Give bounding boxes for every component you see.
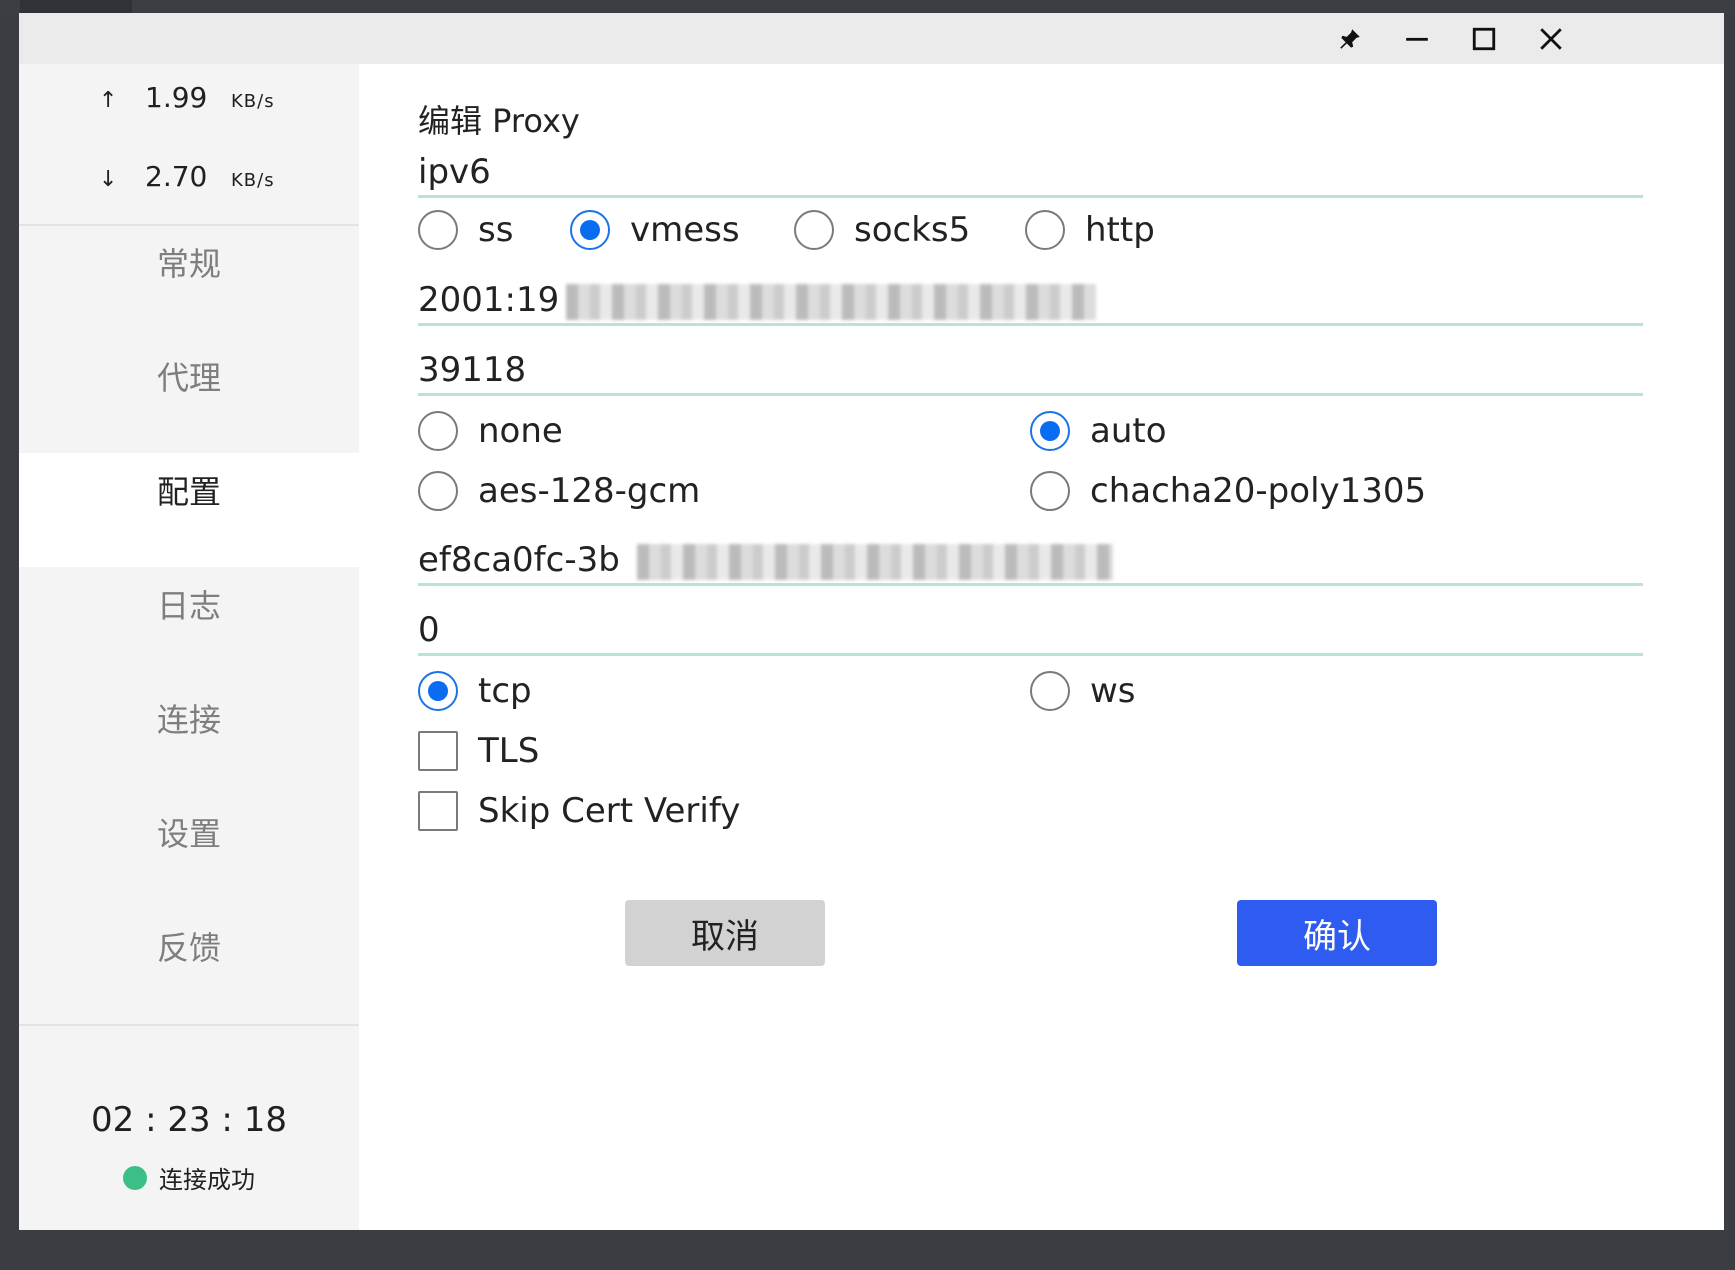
sidebar-item-general[interactable]: 常规 — [19, 232, 359, 292]
type-ss-label: ss — [478, 210, 514, 250]
proxy-edit-form: 编辑 Proxy ss vmess socks5 http none auto — [359, 64, 1724, 1230]
port-field[interactable] — [418, 346, 1643, 396]
alter-id-field[interactable] — [418, 606, 1643, 656]
upload-speed: ↑ 1.99 KB/s — [99, 81, 275, 121]
checkbox-icon — [418, 731, 458, 771]
radio-icon — [418, 411, 458, 451]
uptime-timer: 02 : 23 : 18 — [91, 1100, 287, 1140]
radio-icon — [418, 471, 458, 511]
connection-status: 连接成功 — [123, 1160, 255, 1195]
close-icon — [1540, 28, 1562, 50]
type-socks5-label: socks5 — [854, 210, 971, 250]
network-tcp-label: tcp — [478, 671, 532, 711]
minimize-button[interactable] — [1395, 17, 1439, 61]
upload-speed-unit: KB/s — [231, 91, 275, 112]
pin-icon — [1340, 29, 1360, 49]
radio-icon — [1030, 671, 1070, 711]
type-radio-vmess[interactable]: vmess — [570, 210, 740, 250]
tls-checkbox[interactable]: TLS — [418, 731, 539, 771]
radio-checked-icon — [1030, 411, 1070, 451]
sidebar-item-feedback[interactable]: 反馈 — [19, 916, 359, 976]
sidebar-divider — [19, 224, 359, 226]
radio-icon — [794, 210, 834, 250]
upload-speed-value: 1.99 — [145, 81, 208, 114]
status-dot-icon — [123, 1165, 147, 1190]
sidebar-divider-bottom — [19, 1024, 359, 1026]
minimize-icon — [1406, 37, 1428, 41]
pin-button[interactable] — [1328, 17, 1372, 61]
download-speed-unit: KB/s — [231, 170, 275, 191]
cipher-aes-label: aes-128-gcm — [478, 471, 701, 511]
type-radio-ss[interactable]: ss — [418, 210, 513, 250]
checkbox-icon — [418, 791, 458, 831]
sidebar-item-connections[interactable]: 连接 — [19, 688, 359, 748]
proxy-name-field[interactable] — [418, 148, 1643, 198]
cipher-radio-auto[interactable]: auto — [1030, 411, 1167, 451]
sidebar-item-config[interactable]: 配置 — [19, 460, 359, 520]
sidebar-item-logs[interactable]: 日志 — [19, 574, 359, 634]
upload-arrow-icon: ↑ — [99, 88, 118, 113]
download-speed-value: 2.70 — [145, 160, 208, 193]
type-radio-socks5[interactable]: socks5 — [794, 210, 970, 250]
radio-checked-icon — [418, 671, 458, 711]
sidebar-item-proxy[interactable]: 代理 — [19, 346, 359, 406]
maximize-button[interactable] — [1462, 17, 1506, 61]
type-radio-http[interactable]: http — [1025, 210, 1155, 250]
sidebar-item-settings[interactable]: 设置 — [19, 802, 359, 862]
cipher-auto-label: auto — [1090, 411, 1167, 451]
tls-label: TLS — [478, 731, 540, 771]
cipher-radio-none[interactable]: none — [418, 411, 563, 451]
cipher-radio-aes-128-gcm[interactable]: aes-128-gcm — [418, 471, 700, 511]
cipher-none-label: none — [478, 411, 563, 451]
desktop-top-strip — [0, 0, 1735, 13]
type-http-label: http — [1085, 210, 1155, 250]
form-title: 编辑 Proxy — [418, 102, 580, 140]
cipher-chacha-label: chacha20-poly1305 — [1090, 471, 1427, 511]
download-arrow-icon: ↓ — [99, 167, 118, 192]
network-radio-tcp[interactable]: tcp — [418, 671, 532, 711]
sidebar: ↑ 1.99 KB/s ↓ 2.70 KB/s 常规 代理 配置 日志 连接 设… — [19, 64, 359, 1230]
network-radio-ws[interactable]: ws — [1030, 671, 1136, 711]
redaction-blur — [637, 544, 1113, 580]
radio-icon — [1025, 210, 1065, 250]
network-ws-label: ws — [1090, 671, 1136, 711]
radio-icon — [418, 210, 458, 250]
status-text: 连接成功 — [159, 1166, 255, 1194]
radio-icon — [1030, 471, 1070, 511]
app-window: ↑ 1.99 KB/s ↓ 2.70 KB/s 常规 代理 配置 日志 连接 设… — [19, 13, 1724, 1230]
radio-checked-icon — [570, 210, 610, 250]
type-vmess-label: vmess — [630, 210, 740, 250]
skip-cert-verify-checkbox[interactable]: Skip Cert Verify — [418, 791, 740, 831]
background-tab — [20, 0, 132, 13]
skip-cert-verify-label: Skip Cert Verify — [478, 791, 741, 831]
redaction-blur — [566, 284, 1096, 320]
cipher-radio-chacha20[interactable]: chacha20-poly1305 — [1030, 471, 1426, 511]
download-speed: ↓ 2.70 KB/s — [99, 160, 275, 200]
title-bar — [19, 13, 1724, 64]
close-button[interactable] — [1529, 17, 1573, 61]
cancel-button[interactable]: 取消 — [625, 900, 825, 966]
maximize-icon — [1472, 27, 1496, 51]
confirm-button[interactable]: 确认 — [1237, 900, 1437, 966]
